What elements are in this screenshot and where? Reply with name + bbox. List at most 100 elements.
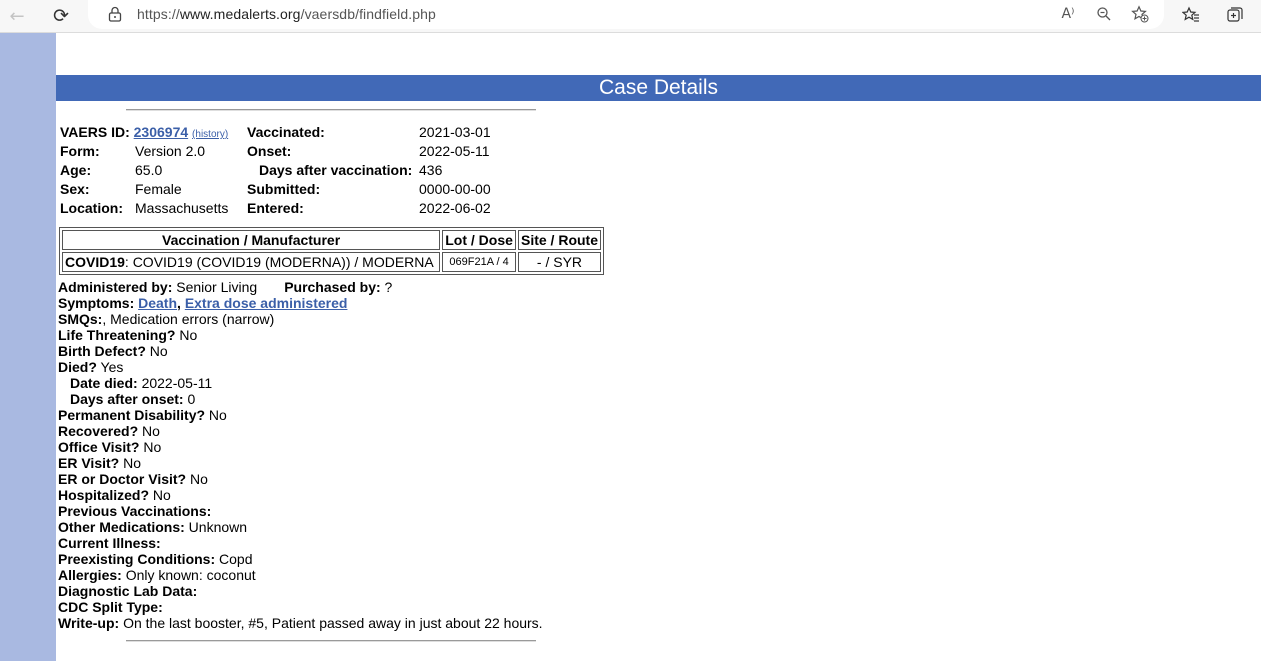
- days-after-onset-label: Days after onset:: [70, 391, 184, 407]
- top-divider: [126, 109, 536, 111]
- preexisting-conditions-row: Preexisting Conditions: Copd: [58, 551, 543, 567]
- vaccine-description: : COVID19 (COVID19 (MODERNA)) / MODERNA: [124, 254, 434, 270]
- onset-label: Onset:: [247, 143, 292, 159]
- other-medications-value: Unknown: [184, 519, 248, 535]
- administered-by-row: Administered by: Senior Living Purchased …: [58, 279, 543, 295]
- url-prefix: https://: [137, 6, 180, 22]
- vaccine-cell: COVID19: COVID19 (COVID19 (MODERNA)) / M…: [62, 252, 441, 272]
- died-label: Died?: [58, 359, 97, 375]
- col-lot-dose: Lot / Dose: [442, 230, 516, 250]
- recovered-value: No: [138, 423, 160, 439]
- cdc-split-type-row: CDC Split Type:: [58, 599, 543, 615]
- bottom-divider: [126, 640, 536, 642]
- office-visit-value: No: [139, 439, 162, 455]
- vaers-id-row: VAERS ID: 2306974 (history): [60, 123, 228, 144]
- diagnostic-lab-data-row: Diagnostic Lab Data:: [58, 583, 543, 599]
- age-value: 65.0: [135, 162, 163, 178]
- smqs-label: SMQs:: [58, 311, 103, 327]
- location-label: Location:: [60, 200, 123, 216]
- lot-dose-cell: 069F21A / 4: [442, 252, 516, 272]
- address-bar[interactable]: https://www.medalerts.org/vaersdb/findfi…: [88, 0, 1164, 29]
- office-visit-label: Office Visit?: [58, 439, 140, 455]
- read-aloud-icon[interactable]: A⁾: [1056, 3, 1080, 25]
- page-title: Case Details: [56, 75, 1261, 101]
- er-visit-label: ER Visit?: [58, 455, 120, 471]
- refresh-icon[interactable]: ⟳: [48, 3, 74, 29]
- submitted-value: 0000-00-00: [419, 181, 491, 197]
- table-row: COVID19: COVID19 (COVID19 (MODERNA)) / M…: [62, 252, 601, 272]
- entered-label: Entered:: [247, 200, 304, 216]
- administered-by-label: Administered by:: [58, 279, 173, 295]
- allergies-value: Only known: coconut: [121, 567, 256, 583]
- days-after-vaccination-label: Days after vaccination:: [259, 162, 413, 178]
- vaccine-type: COVID19: [65, 254, 125, 270]
- other-medications-row: Other Medications: Unknown: [58, 519, 543, 535]
- purchased-by-value: ?: [380, 279, 393, 295]
- vaers-id-link[interactable]: 2306974: [134, 124, 189, 140]
- permanent-disability-row: Permanent Disability? No: [58, 407, 543, 423]
- zoom-icon[interactable]: [1092, 3, 1116, 25]
- smqs-row: SMQs:, Medication errors (narrow): [58, 311, 543, 327]
- favorites-icon[interactable]: [1178, 3, 1204, 27]
- history-link[interactable]: (history): [192, 129, 228, 140]
- died-value: Yes: [96, 359, 124, 375]
- recovered-label: Recovered?: [58, 423, 139, 439]
- left-sidebar: [0, 33, 56, 661]
- symptom-link-extra-dose[interactable]: Extra dose administered: [185, 295, 348, 311]
- collections-icon[interactable]: [1222, 3, 1248, 27]
- write-up-label: Write-up:: [58, 615, 120, 631]
- cdc-split-type-label: CDC Split Type:: [58, 599, 163, 615]
- days-after-vaccination-value: 436: [419, 162, 443, 178]
- office-visit-row: Office Visit? No: [58, 439, 543, 455]
- sex-value: Female: [135, 181, 182, 197]
- date-died-row: Date died: 2022-05-11: [58, 375, 543, 391]
- days-after-onset-row: Days after onset: 0: [58, 391, 543, 407]
- administered-by-value: Senior Living: [172, 279, 258, 295]
- date-died-label: Date died:: [70, 375, 138, 391]
- other-medications-label: Other Medications:: [58, 519, 185, 535]
- preexisting-conditions-value: Copd: [215, 551, 253, 567]
- site-route-cell: - / SYR: [517, 252, 601, 272]
- location-value: Massachusetts: [135, 200, 229, 216]
- birth-defect-value: No: [145, 343, 168, 359]
- symptoms-row: Symptoms: Death, Extra dose administered: [58, 295, 348, 311]
- previous-vaccinations-label: Previous Vaccinations:: [58, 503, 212, 519]
- recovered-row: Recovered? No: [58, 423, 543, 439]
- add-favorite-icon[interactable]: [1128, 3, 1152, 25]
- vaccinated-value: 2021-03-01: [419, 124, 491, 140]
- birth-defect-row: Birth Defect? No: [58, 343, 543, 359]
- form-value: Version 2.0: [135, 143, 206, 159]
- allergies-label: Allergies:: [58, 567, 122, 583]
- current-illness-label: Current Illness:: [58, 535, 161, 551]
- back-arrow-icon[interactable]: ←: [4, 3, 30, 29]
- entered-value: 2022-06-02: [419, 200, 491, 216]
- date-died-value: 2022-05-11: [137, 375, 213, 391]
- table-header-row: Vaccination / Manufacturer Lot / Dose Si…: [62, 230, 601, 250]
- preexisting-conditions-label: Preexisting Conditions:: [58, 551, 216, 567]
- life-threatening-value: No: [175, 327, 198, 343]
- lock-icon[interactable]: [108, 6, 122, 22]
- hospitalized-row: Hospitalized? No: [58, 487, 543, 503]
- url-text[interactable]: https://www.medalerts.org/vaersdb/findfi…: [137, 6, 436, 22]
- life-threatening-label: Life Threatening?: [58, 327, 176, 343]
- url-domain: www.medalerts.org: [179, 6, 301, 22]
- vaccinated-label: Vaccinated:: [247, 124, 325, 140]
- onset-value: 2022-05-11: [419, 143, 490, 159]
- url-path: /vaersdb/findfield.php: [300, 6, 436, 22]
- smqs-value: , Medication errors (narrow): [102, 311, 275, 327]
- allergies-row: Allergies: Only known: coconut: [58, 567, 543, 583]
- symptom-link-death[interactable]: Death: [138, 295, 177, 311]
- col-vaccination-manufacturer: Vaccination / Manufacturer: [62, 230, 441, 250]
- days-after-onset-value: 0: [183, 391, 196, 407]
- write-up-row: Write-up: On the last booster, #5, Patie…: [58, 615, 543, 631]
- previous-vaccinations-row: Previous Vaccinations:: [58, 503, 543, 519]
- er-doctor-visit-value: No: [186, 471, 208, 487]
- vaers-id-label: VAERS ID:: [60, 124, 130, 140]
- vaccination-table: Vaccination / Manufacturer Lot / Dose Si…: [59, 227, 604, 275]
- er-doctor-visit-label: ER or Doctor Visit?: [58, 471, 187, 487]
- write-up-value: On the last booster, #5, Patient passed …: [119, 615, 543, 631]
- permanent-disability-label: Permanent Disability?: [58, 407, 206, 423]
- col-site-route: Site / Route: [517, 230, 601, 250]
- purchased-by-label: Purchased by:: [284, 279, 381, 295]
- permanent-disability-value: No: [205, 407, 227, 423]
